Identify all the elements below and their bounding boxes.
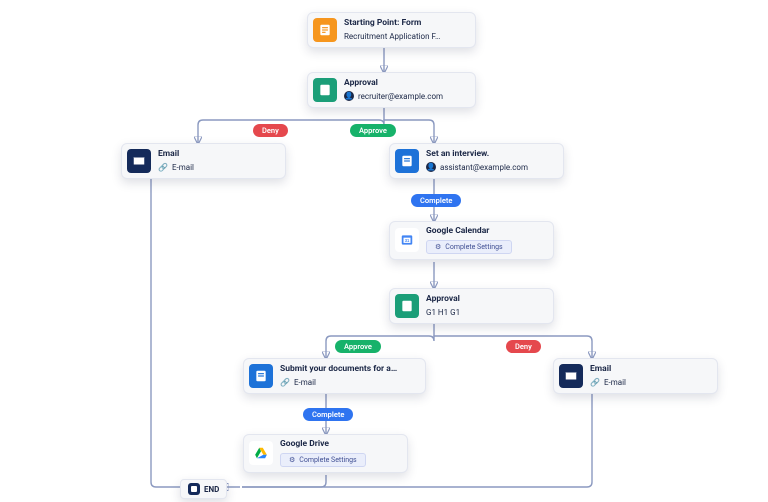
node-body: Set an interview. 👤 assistant@example.co… xyxy=(426,150,528,173)
node-body: Google Drive Complete Settings xyxy=(280,440,366,467)
complete-settings-button[interactable]: Complete Settings xyxy=(426,240,512,254)
google-drive-icon xyxy=(249,441,273,465)
node-body: Starting Point: Form Recruitment Applica… xyxy=(344,19,440,41)
deny1-pill[interactable]: Deny xyxy=(253,124,288,137)
email-icon xyxy=(127,149,151,173)
form-icon xyxy=(313,18,337,42)
complete2-pill[interactable]: Complete xyxy=(303,408,353,421)
node-title: Submit your documents for a… xyxy=(280,365,397,375)
node-title: Approval xyxy=(426,295,460,305)
start-node[interactable]: Starting Point: Form Recruitment Applica… xyxy=(307,12,476,48)
node-title: Starting Point: Form xyxy=(344,19,440,29)
node-title: Email xyxy=(158,150,194,160)
node-subtitle: E-mail xyxy=(294,378,316,387)
node-subtitle: E-mail xyxy=(604,378,626,387)
approval-tags: G1 H1 G1 xyxy=(426,308,460,317)
node-body: Approval G1 H1 G1 xyxy=(426,295,460,317)
end-label: END xyxy=(204,485,219,494)
node-subtitle: assistant@example.com xyxy=(440,163,528,172)
node-title: Approval xyxy=(344,79,443,89)
approval1-node[interactable]: Approval 👤 recruiter@example.com xyxy=(307,72,476,108)
node-subtitle: E-mail xyxy=(172,163,194,172)
node-subtitle: recruiter@example.com xyxy=(358,92,443,101)
task-icon xyxy=(249,364,273,388)
google-calendar-icon: 31 xyxy=(395,228,419,252)
approval-icon xyxy=(395,294,419,318)
email-deny1-node[interactable]: Email 🔗 E-mail xyxy=(121,143,286,179)
deny2-pill[interactable]: Deny xyxy=(506,340,541,353)
link-icon: 🔗 xyxy=(280,378,290,387)
svg-text:31: 31 xyxy=(405,238,410,243)
email-icon xyxy=(559,364,583,388)
node-title: Email xyxy=(590,365,626,375)
approval-icon xyxy=(313,78,337,102)
google-calendar-node[interactable]: 31 Google Calendar Complete Settings xyxy=(389,221,554,260)
approve1-pill[interactable]: Approve xyxy=(350,124,396,137)
user-avatar-icon: 👤 xyxy=(426,162,436,172)
complete-settings-button[interactable]: Complete Settings xyxy=(280,453,366,467)
node-body: Approval 👤 recruiter@example.com xyxy=(344,79,443,102)
end-icon xyxy=(188,483,200,495)
complete1-pill[interactable]: Complete xyxy=(411,194,461,207)
approve2-pill[interactable]: Approve xyxy=(335,340,381,353)
node-body: Email 🔗 E-mail xyxy=(590,365,626,387)
approval2-node[interactable]: Approval G1 H1 G1 xyxy=(389,288,554,324)
link-icon: 🔗 xyxy=(158,163,168,172)
node-title: Google Calendar xyxy=(426,227,512,237)
email-deny2-node[interactable]: Email 🔗 E-mail xyxy=(553,358,718,394)
node-subtitle: Recruitment Application F… xyxy=(344,32,440,41)
node-title: Set an interview. xyxy=(426,150,528,160)
link-icon: 🔗 xyxy=(590,378,600,387)
submit-docs-node[interactable]: Submit your documents for a… 🔗 E-mail xyxy=(243,358,426,394)
task-icon xyxy=(395,149,419,173)
node-body: Email 🔗 E-mail xyxy=(158,150,194,172)
end-node[interactable]: END xyxy=(180,479,227,499)
google-drive-node[interactable]: Google Drive Complete Settings xyxy=(243,434,408,473)
node-body: Google Calendar Complete Settings xyxy=(426,227,512,254)
interview-node[interactable]: Set an interview. 👤 assistant@example.co… xyxy=(389,143,564,179)
node-title: Google Drive xyxy=(280,440,366,450)
user-avatar-icon: 👤 xyxy=(344,91,354,101)
node-body: Submit your documents for a… 🔗 E-mail xyxy=(280,365,397,387)
